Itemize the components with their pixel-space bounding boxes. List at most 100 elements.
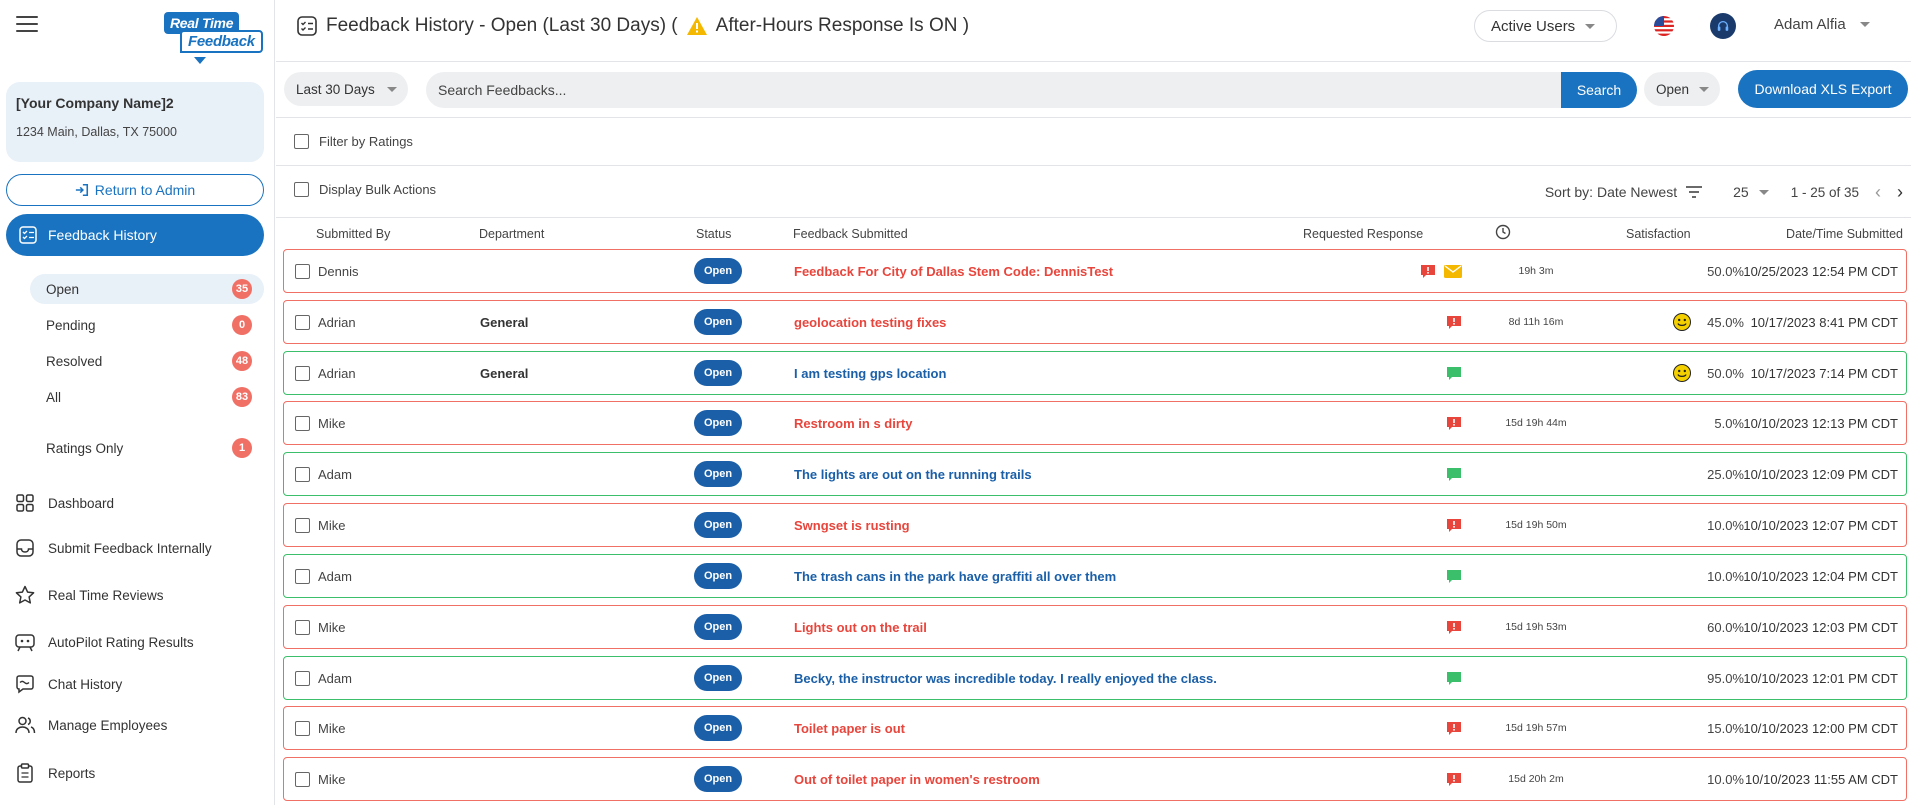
table-row[interactable]: Mike Open Out of toilet paper in women's r… — [283, 757, 1907, 801]
row-checkbox[interactable] — [295, 517, 310, 533]
satisfaction-cell: 10.0% — [1624, 555, 1744, 597]
menu-icon[interactable] — [16, 16, 38, 32]
col-submitted-by[interactable]: Submitted By — [316, 227, 390, 241]
nav-dashboard[interactable]: Dashboard — [14, 488, 264, 518]
logo-line2: Feedback — [180, 30, 263, 53]
sidebar-item-all[interactable]: All 83 — [30, 382, 264, 412]
date-submitted: 10/10/2023 11:55 AM CDT — [1745, 771, 1898, 787]
status-badge[interactable]: Open — [694, 665, 743, 691]
feedback-link[interactable]: geolocation testing fixes — [794, 301, 946, 343]
row-checkbox[interactable] — [295, 568, 310, 584]
elapsed-time — [1486, 352, 1586, 394]
sidebar-item-open[interactable]: Open 35 — [30, 274, 264, 304]
sidebar-item-label: Ratings Only — [46, 440, 124, 456]
feedback-link[interactable]: Swngset is rusting — [794, 504, 910, 546]
nav-submit-feedback[interactable]: Submit Feedback Internally — [14, 533, 264, 563]
table-row[interactable]: Adrian General Open I am testing gps locati… — [283, 351, 1907, 395]
feedback-link[interactable]: Feedback For City of Dallas Stem Code: D… — [794, 250, 1113, 292]
chevron-right-icon[interactable]: › — [1889, 182, 1911, 203]
nav-manage-employees[interactable]: Manage Employees — [14, 710, 264, 740]
table-row[interactable]: Mike Open Restroom in s dirty 15d 19h 44m 5.… — [283, 401, 1907, 445]
row-checkbox[interactable] — [295, 466, 310, 482]
row-checkbox-cell — [295, 453, 310, 495]
status-cell: Open — [694, 606, 743, 648]
feedback-link[interactable]: Out of toilet paper in women's restroom — [794, 758, 1040, 800]
search-input[interactable] — [426, 72, 1564, 108]
table-row[interactable]: Adrian General Open geolocation testing fix… — [283, 300, 1907, 344]
user-menu[interactable]: Adam Alfia — [1774, 16, 1870, 33]
table-row[interactable]: Mike Open Lights out on the trail 15d 19h 5… — [283, 605, 1907, 649]
clock-icon[interactable] — [1495, 224, 1511, 243]
filter-by-ratings[interactable]: Filter by Ratings — [294, 134, 413, 149]
row-checkbox[interactable] — [295, 619, 310, 635]
status-badge[interactable]: Open — [694, 614, 743, 640]
sidebar-item-ratings-only[interactable]: Ratings Only 1 — [30, 433, 264, 463]
col-department[interactable]: Department — [479, 227, 544, 241]
feedback-link[interactable]: Toilet paper is out — [794, 707, 905, 749]
after-hours-status: After-Hours Response Is ON ) — [715, 15, 970, 36]
nav-reports[interactable]: Reports — [14, 758, 264, 788]
status-badge[interactable]: Open — [694, 715, 743, 741]
display-bulk-actions[interactable]: Display Bulk Actions — [294, 182, 436, 197]
row-checkbox[interactable] — [295, 771, 310, 787]
sort-dropdown[interactable]: Sort by: Date Newest — [1545, 184, 1703, 200]
status-badge[interactable]: Open — [694, 766, 743, 792]
elapsed-time — [1486, 657, 1586, 699]
row-checkbox-cell — [295, 504, 310, 546]
table-row[interactable]: Adam Open The lights are out on the runnin… — [283, 452, 1907, 496]
table-row[interactable]: Mike Open Toilet paper is out 15d 19h 57m 15… — [283, 706, 1907, 750]
status-badge[interactable]: Open — [694, 258, 743, 284]
avatar[interactable] — [1710, 13, 1736, 39]
status-select[interactable]: Open — [1644, 72, 1720, 106]
col-feedback[interactable]: Feedback Submitted — [793, 227, 908, 241]
col-requested-response[interactable]: Requested Response — [1303, 227, 1423, 241]
row-checkbox[interactable] — [295, 365, 310, 381]
table-row[interactable]: Adam Open Becky, the instructor was incred… — [283, 656, 1907, 700]
sidebar-item-pending[interactable]: Pending 0 — [30, 310, 264, 340]
nav-feedback-history[interactable]: Feedback History — [6, 214, 264, 256]
alert-flag-icon — [1446, 721, 1462, 736]
per-page-select[interactable]: 25 — [1733, 184, 1769, 200]
row-checkbox[interactable] — [295, 415, 310, 431]
filter-by-ratings-checkbox[interactable] — [294, 134, 309, 149]
col-date[interactable]: Date/Time Submitted — [1786, 227, 1903, 241]
feedback-link[interactable]: Restroom in s dirty — [794, 402, 912, 444]
active-users-label: Active Users — [1491, 17, 1576, 35]
status-badge[interactable]: Open — [694, 461, 743, 487]
row-checkbox[interactable] — [295, 314, 310, 330]
us-flag-icon[interactable] — [1654, 16, 1674, 36]
search-button[interactable]: Search — [1561, 72, 1637, 108]
company-name: [Your Company Name]2 — [16, 95, 174, 111]
download-xls-button[interactable]: Download XLS Export — [1738, 70, 1908, 108]
nav-real-time-reviews[interactable]: Real Time Reviews — [14, 580, 264, 610]
date-range-select[interactable]: Last 30 Days — [284, 72, 408, 106]
count-badge: 48 — [232, 351, 252, 371]
feedback-link[interactable]: The trash cans in the park have graffiti… — [794, 555, 1116, 597]
feedback-link[interactable]: The lights are out on the running trails — [794, 453, 1032, 495]
return-to-admin-button[interactable]: Return to Admin — [6, 174, 264, 206]
nav-chat-history[interactable]: Chat History — [14, 669, 264, 699]
logo[interactable]: Real Time Feedback — [160, 12, 266, 64]
bulk-actions-checkbox[interactable] — [294, 182, 309, 197]
col-satisfaction[interactable]: Satisfaction — [1626, 227, 1691, 241]
row-checkbox[interactable] — [295, 720, 310, 736]
col-status[interactable]: Status — [696, 227, 731, 241]
nav-autopilot[interactable]: AutoPilot Rating Results — [14, 627, 264, 657]
status-badge[interactable]: Open — [694, 360, 743, 386]
status-badge[interactable]: Open — [694, 512, 743, 538]
sidebar-item-label: All — [46, 389, 62, 405]
row-checkbox[interactable] — [295, 263, 310, 279]
feedback-link[interactable]: Becky, the instructor was incredible tod… — [794, 657, 1217, 699]
row-checkbox[interactable] — [295, 670, 310, 686]
status-badge[interactable]: Open — [694, 309, 743, 335]
table-row[interactable]: Mike Open Swngset is rusting 15d 19h 50m 10.… — [283, 503, 1907, 547]
feedback-link[interactable]: I am testing gps location — [794, 352, 946, 394]
active-users-dropdown[interactable]: Active Users — [1474, 10, 1617, 42]
table-row[interactable]: Adam Open The trash cans in the park have … — [283, 554, 1907, 598]
chevron-left-icon[interactable]: ‹ — [1867, 182, 1889, 203]
status-badge[interactable]: Open — [694, 563, 743, 589]
sidebar-item-resolved[interactable]: Resolved 48 — [30, 346, 264, 376]
table-row[interactable]: Dennis Open Feedback For City of Dallas St… — [283, 249, 1907, 293]
status-badge[interactable]: Open — [694, 410, 743, 436]
feedback-link[interactable]: Lights out on the trail — [794, 606, 927, 648]
